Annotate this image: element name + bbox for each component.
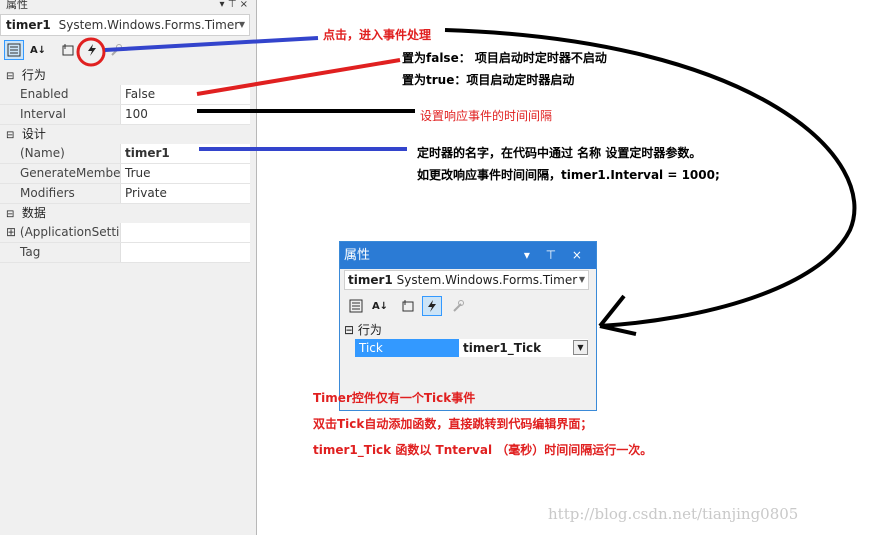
property-name: Interval [0,105,121,124]
category-label: 行为 [357,323,382,337]
interval-note: 设置响应事件的时间间隔 [420,109,553,123]
category-label: 行为 [21,68,46,82]
property-name: (Name) [0,144,121,163]
expand-icon[interactable]: ⊞ [6,225,16,239]
property-value[interactable]: Private [121,184,250,203]
property-row-tag[interactable]: Tag [0,243,250,263]
properties-icon [402,300,414,312]
events-properties-window: 属性 ▾ ⊤ × timer1 System.Windows.Forms.Tim… [339,241,597,411]
category-design[interactable]: ⊟ 设计 [0,125,250,144]
object-name: timer1 [348,273,393,287]
enabled-true-note: 置为true：项目启动定时器启动 [402,73,575,87]
tick-only-note: Timer控件仅有一个Tick事件 [313,391,476,405]
properties-panel: 属性 ▾ ⊤ × timer1 System.Windows.Forms.Tim… [0,0,257,535]
panel-title: 属性 [6,0,28,11]
lightning-icon [88,44,96,56]
object-name: timer1 [6,18,51,32]
property-name: Enabled [0,85,121,104]
property-pages-button[interactable] [448,296,468,316]
window-title: 属性 [344,248,371,263]
property-row-modifiers[interactable]: Modifiers Private [0,184,250,204]
categorized-view-button[interactable] [4,40,24,60]
alphabetical-view-button[interactable]: A↓ [370,296,390,316]
properties-view-button[interactable] [398,296,418,316]
property-name: Tag [0,243,121,262]
wrench-icon [453,300,464,312]
object-selector[interactable]: timer1 System.Windows.Forms.Timer ▼ [344,270,589,290]
collapse-icon[interactable]: ⊟ [6,67,18,86]
window-caption: 属性 ▾ ⊤ × [340,242,596,269]
chevron-down-icon[interactable]: ▼ [573,340,588,355]
property-row-enabled[interactable]: Enabled False [0,85,250,105]
interval-code-note: 如更改响应事件时间间隔，timer1.Interval = 1000; [417,168,720,182]
property-row-name[interactable]: (Name) timer1 [0,144,250,164]
double-click-note: 双击Tick自动添加函数，直接跳转到代码编辑界面； [313,417,593,431]
property-value[interactable] [121,223,250,242]
alphabetical-view-button[interactable]: A↓ [28,40,48,60]
wrench-icon [111,44,122,56]
panel-window-controls[interactable]: ▾ ⊤ × [220,0,248,10]
property-value[interactable] [121,243,250,262]
panel-titlebar: 属性 ▾ ⊤ × [0,0,256,12]
collapse-icon[interactable]: ⊟ [6,126,18,145]
property-value[interactable]: 100 [121,105,250,124]
property-name: GenerateMembe [0,164,121,183]
properties-icon [62,44,74,56]
category-label: 数据 [21,206,46,220]
chevron-down-icon[interactable]: ▼ [579,271,585,289]
collapse-icon[interactable]: ⊟ [344,323,354,337]
events-click-note: 点击，进入事件处理 [323,28,432,42]
sort-az-icon: A↓ [371,300,389,312]
object-type: System.Windows.Forms.Timer [396,273,578,287]
property-pages-button[interactable] [106,40,126,60]
category-behavior[interactable]: ⊟ 行为 [344,321,382,338]
events-view-button[interactable] [82,40,102,60]
property-value[interactable]: timer1 [121,144,250,163]
categorized-view-button[interactable] [346,296,366,316]
chevron-down-icon[interactable]: ▼ [239,15,245,35]
name-note: 定时器的名字，在代码中通过 名称 设置定时器参数。 [417,146,702,160]
event-name[interactable]: Tick [355,339,459,357]
lightning-icon [428,300,436,312]
event-row-tick[interactable]: Tick timer1_Tick ▼ [355,339,588,357]
property-value[interactable]: True [121,164,250,183]
events-view-button[interactable] [422,296,442,316]
property-value[interactable]: False [121,85,250,104]
object-type: System.Windows.Forms.Timer [58,18,240,32]
properties-view-button[interactable] [58,40,78,60]
property-grid: ⊟ 行为 Enabled False Interval 100 ⊟ 设计 (Name… [0,66,250,263]
tick-run-note: timer1_Tick 函数以 Tnterval （毫秒）时间间隔运行一次。 [313,443,653,457]
categorized-icon [349,299,363,313]
property-name: ⊞ (ApplicationSettir [0,223,121,242]
watermark: http://blog.csdn.net/tianjing0805 [548,505,799,523]
property-row-applicationsettings[interactable]: ⊞ (ApplicationSettir [0,223,250,243]
event-handler-value[interactable]: timer1_Tick [459,339,588,357]
categorized-icon [7,43,21,57]
window-controls[interactable]: ▾ ⊤ × [524,242,588,269]
property-row-generatemember[interactable]: GenerateMembe True [0,164,250,184]
property-name: Modifiers [0,184,121,203]
sort-az-icon: A↓ [29,44,47,56]
category-behavior[interactable]: ⊟ 行为 [0,66,250,85]
category-label: 设计 [21,127,46,141]
property-row-interval[interactable]: Interval 100 [0,105,250,125]
enabled-false-note: 置为false： 项目启动时定时器不启动 [402,51,607,65]
category-data[interactable]: ⊟ 数据 [0,204,250,223]
object-selector[interactable]: timer1 System.Windows.Forms.Timer ▼ [0,14,250,36]
collapse-icon[interactable]: ⊟ [6,205,18,224]
arrowhead [598,294,637,336]
